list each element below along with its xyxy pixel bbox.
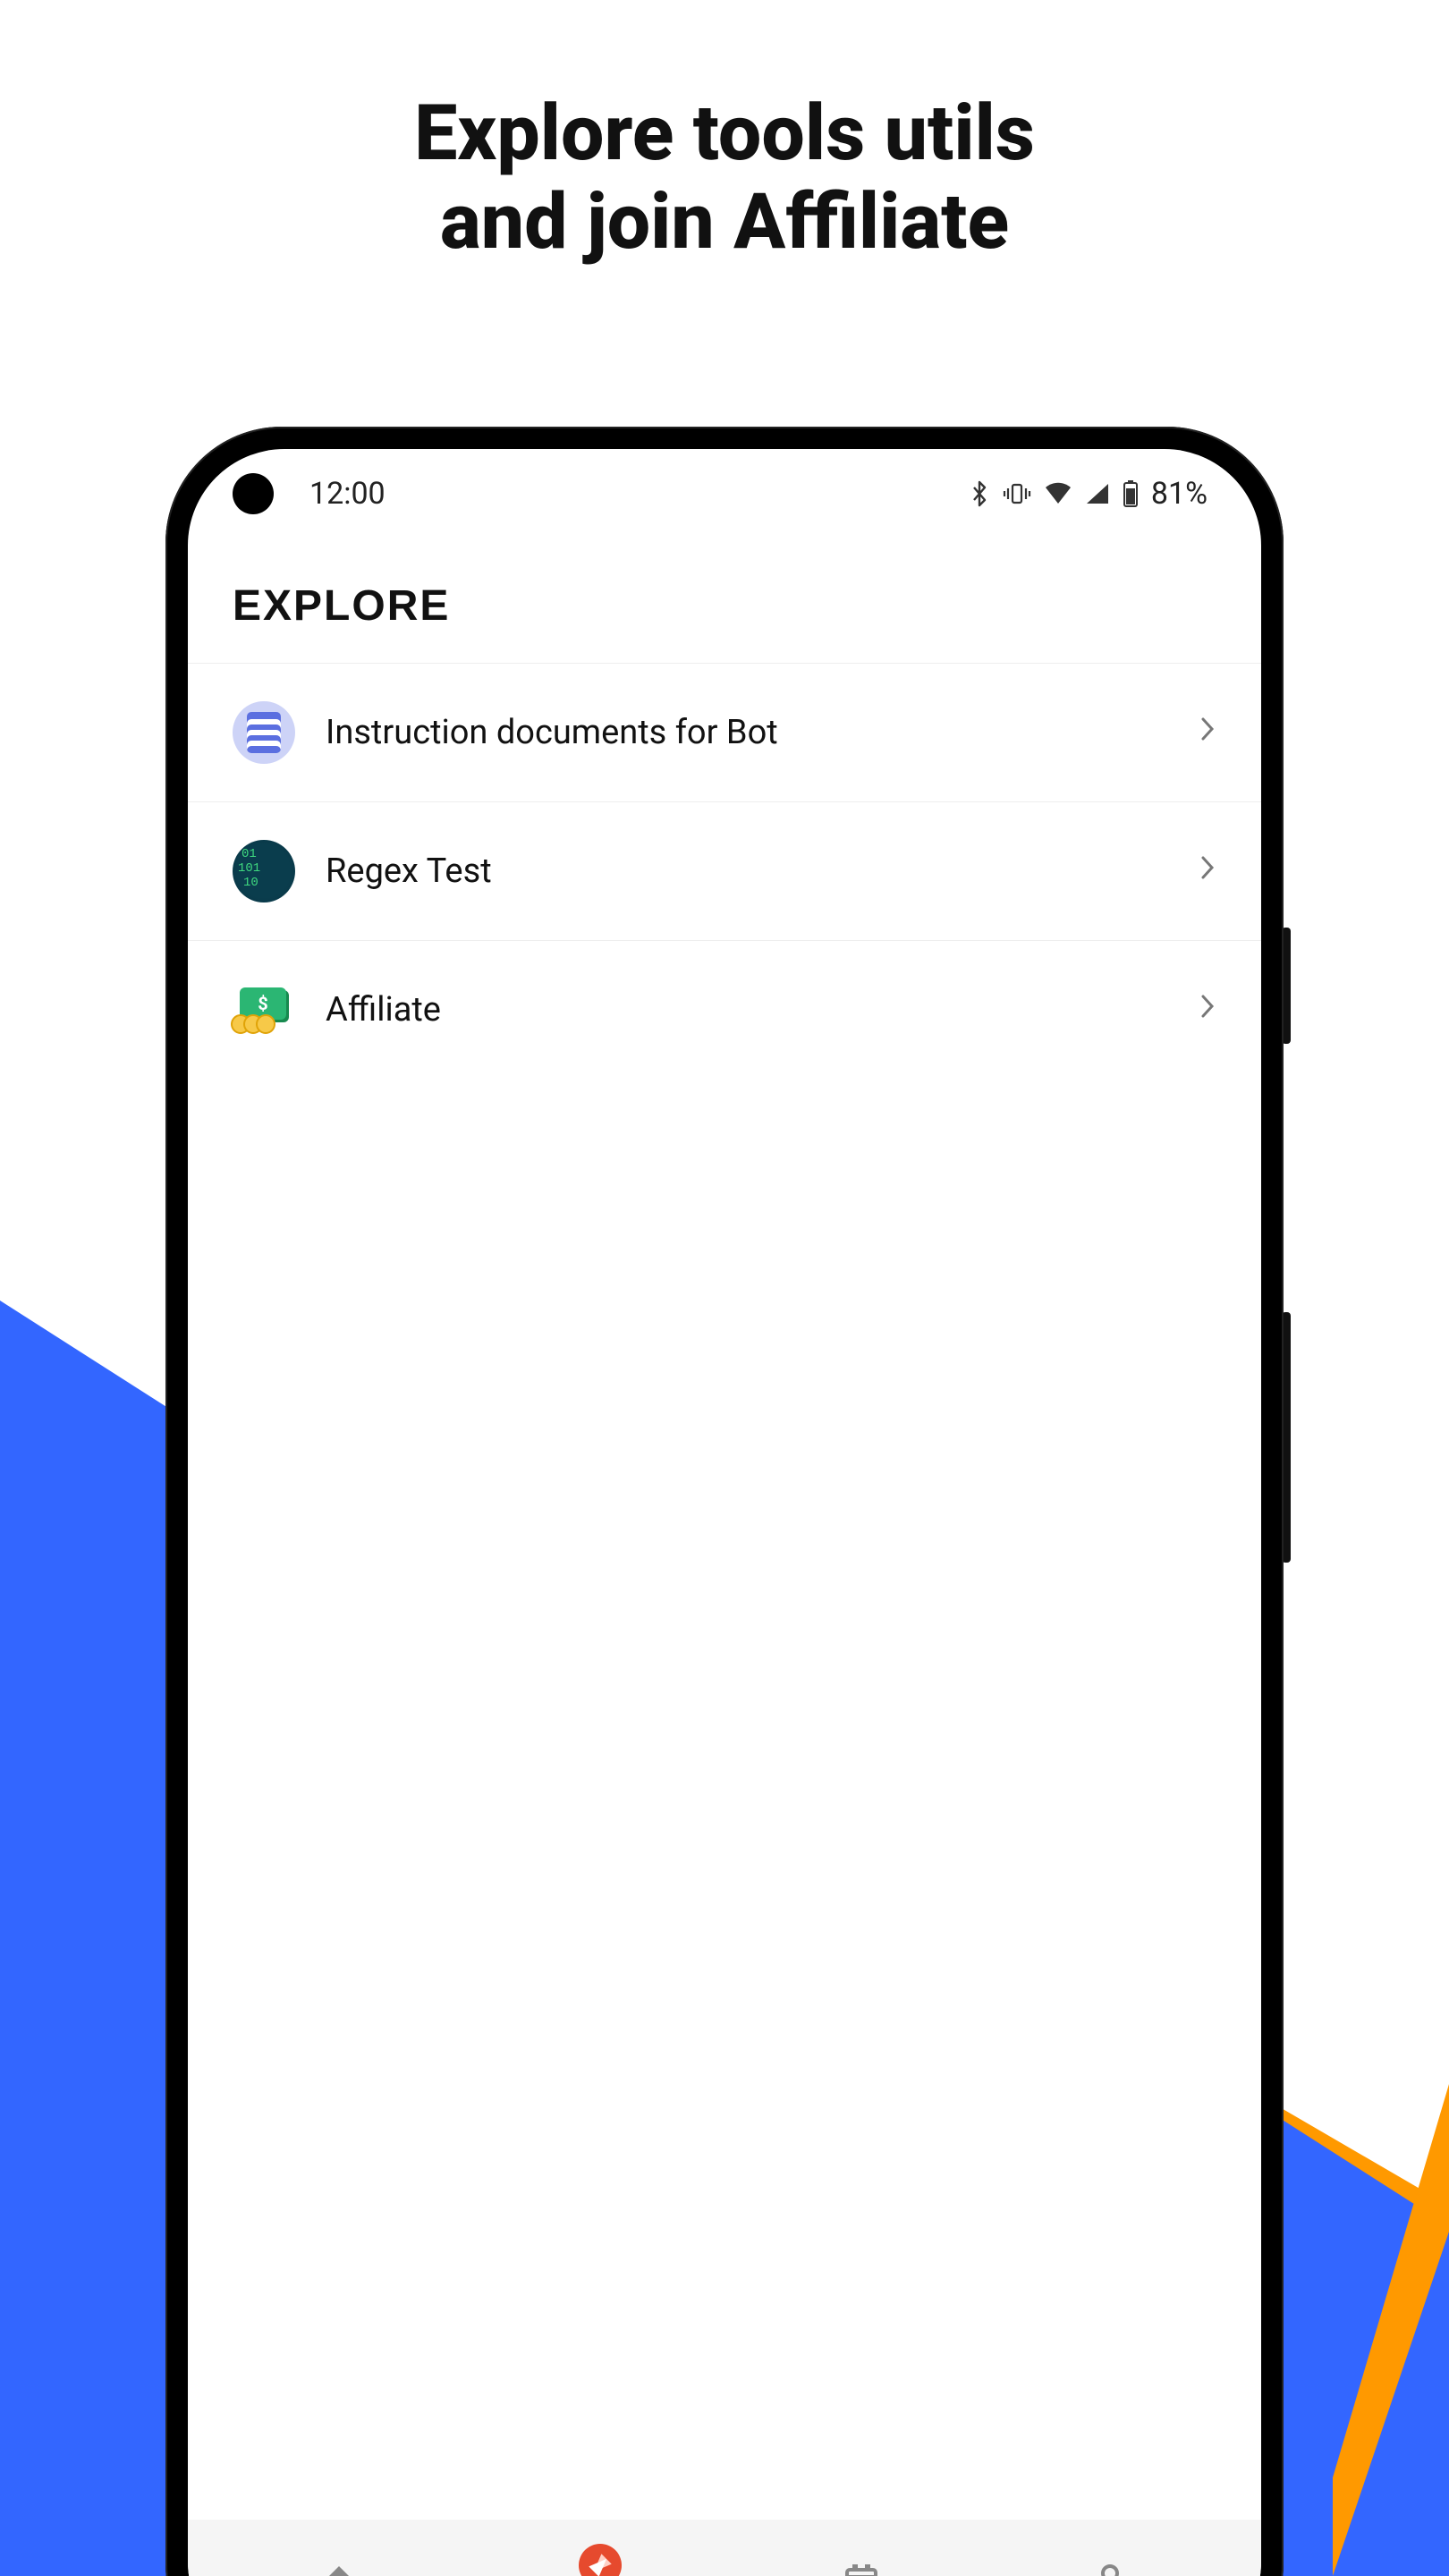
promo-line2: and join Affiliate bbox=[440, 176, 1009, 267]
explore-list: Instruction documents for Bot 0110110 Re… bbox=[188, 664, 1261, 1079]
news-icon bbox=[838, 2557, 885, 2576]
list-item-label: Instruction documents for Bot bbox=[326, 713, 1168, 752]
phone-mockup: 12:00 bbox=[165, 427, 1284, 2576]
status-time: 12:00 bbox=[309, 476, 386, 512]
signal-icon bbox=[1085, 482, 1110, 505]
chevron-right-icon bbox=[1199, 992, 1216, 1028]
vibrate-icon bbox=[1003, 482, 1031, 505]
list-item-regex-test[interactable]: 0110110 Regex Test bbox=[188, 802, 1261, 941]
status-battery-pct: 81% bbox=[1151, 476, 1208, 512]
bottom-nav: Explore bbox=[188, 2520, 1261, 2576]
nav-explore[interactable]: Explore bbox=[564, 2542, 635, 2576]
battery-icon bbox=[1123, 480, 1139, 507]
app-header: EXPLORE bbox=[188, 538, 1261, 664]
status-bar: 12:00 bbox=[188, 449, 1261, 538]
camera-hole bbox=[233, 473, 274, 514]
chevron-right-icon bbox=[1199, 715, 1216, 750]
list-item-affiliate[interactable]: $ Affiliate bbox=[188, 941, 1261, 1079]
regex-icon: 0110110 bbox=[233, 840, 295, 902]
bluetooth-icon bbox=[969, 480, 990, 507]
nav-home[interactable] bbox=[316, 2557, 362, 2576]
page-title: EXPLORE bbox=[233, 581, 1216, 631]
chevron-right-icon bbox=[1199, 853, 1216, 889]
list-item-label: Regex Test bbox=[326, 852, 1168, 891]
affiliate-icon: $ bbox=[233, 979, 295, 1041]
person-icon bbox=[1087, 2557, 1133, 2576]
list-item-label: Affiliate bbox=[326, 990, 1168, 1030]
doc-icon bbox=[233, 701, 295, 764]
nav-profile[interactable] bbox=[1087, 2557, 1133, 2576]
compass-icon bbox=[577, 2542, 623, 2576]
promo-headline: Explore tools utils and join Affiliate bbox=[0, 0, 1449, 267]
promo-line1: Explore tools utils bbox=[414, 88, 1035, 178]
home-icon bbox=[316, 2557, 362, 2576]
nav-news[interactable] bbox=[838, 2557, 885, 2576]
wifi-icon bbox=[1044, 482, 1072, 505]
list-item-instruction-docs[interactable]: Instruction documents for Bot bbox=[188, 664, 1261, 802]
